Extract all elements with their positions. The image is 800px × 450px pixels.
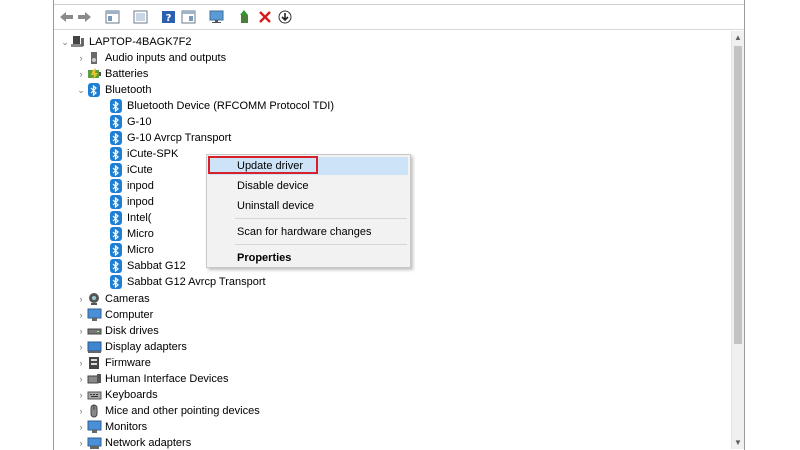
uninstall-device-menu-item[interactable]: Uninstall device xyxy=(209,197,408,215)
uninstall-x-icon[interactable] xyxy=(256,9,273,25)
tree-category-cameras[interactable]: › Cameras xyxy=(76,291,150,307)
bluetooth-device-row[interactable]: Sabbat G12 Avrcp Transport xyxy=(108,274,266,290)
svg-text:?: ? xyxy=(166,13,172,24)
bluetooth-device-row[interactable]: Intel( xyxy=(108,210,151,226)
computer-icon xyxy=(70,34,86,50)
bluetooth-icon xyxy=(108,242,124,258)
tree-root-row[interactable]: ⌄ LAPTOP-4BAGK7F2 xyxy=(60,34,192,50)
menu-separator xyxy=(235,244,407,245)
expand-chevron-icon[interactable]: › xyxy=(76,387,86,403)
expand-chevron-icon[interactable]: › xyxy=(76,419,86,435)
firmware-icon xyxy=(86,355,102,371)
bluetooth-icon xyxy=(108,226,124,242)
tree-category-batteries[interactable]: › Batteries xyxy=(76,66,148,82)
tree-category-keyboards[interactable]: › Keyboards xyxy=(76,387,158,403)
expand-chevron-icon[interactable]: › xyxy=(76,291,86,307)
bluetooth-device-row[interactable]: inpod xyxy=(108,178,154,194)
bluetooth-icon xyxy=(108,130,124,146)
hid-icon xyxy=(86,371,102,387)
tree-category-disk-drives[interactable]: › Disk drives xyxy=(76,323,159,339)
show-hide-console-tree-icon[interactable] xyxy=(104,9,121,25)
scroll-up-arrow-icon[interactable]: ▲ xyxy=(732,31,744,44)
bluetooth-icon xyxy=(108,98,124,114)
bluetooth-device-row[interactable]: inpod xyxy=(108,194,154,210)
enable-device-down-arrow-icon[interactable] xyxy=(276,9,293,25)
menu-separator xyxy=(235,218,407,219)
root-computer-name: LAPTOP-4BAGK7F2 xyxy=(89,36,192,48)
bluetooth-icon xyxy=(108,274,124,290)
tree-category-computer[interactable]: › Computer xyxy=(76,307,153,323)
bluetooth-icon xyxy=(108,258,124,274)
bluetooth-icon xyxy=(108,210,124,226)
expand-chevron-icon[interactable]: › xyxy=(76,403,86,419)
battery-icon xyxy=(86,66,102,82)
tree-category-monitors[interactable]: › Monitors xyxy=(76,419,147,435)
expand-chevron-icon[interactable]: › xyxy=(76,339,86,355)
tree-category-mice[interactable]: › Mice and other pointing devices xyxy=(76,403,260,419)
network-adapter-icon xyxy=(86,435,102,449)
expand-chevron-icon[interactable]: › xyxy=(76,323,86,339)
help-icon[interactable]: ? xyxy=(160,9,177,25)
scan-monitor-icon[interactable] xyxy=(208,9,225,25)
expand-chevron-icon[interactable]: › xyxy=(76,435,86,449)
scan-hardware-menu-item[interactable]: Scan for hardware changes xyxy=(209,223,408,241)
device-manager-window: ? ⌄ LAPTOP-4BAGK7F2 › Audio inputs and o… xyxy=(53,0,745,450)
bluetooth-device-row[interactable]: Bluetooth Device (RFCOMM Protocol TDI) xyxy=(108,98,334,114)
bluetooth-icon xyxy=(108,162,124,178)
properties-menu-item[interactable]: Properties xyxy=(209,249,408,267)
disk-drive-icon xyxy=(86,323,102,339)
bluetooth-device-row[interactable]: Micro xyxy=(108,242,154,258)
bluetooth-device-row[interactable]: Micro xyxy=(108,226,154,242)
properties-view-icon[interactable] xyxy=(132,9,149,25)
tree-category-bluetooth[interactable]: ⌄ Bluetooth xyxy=(76,82,151,98)
keyboard-icon xyxy=(86,387,102,403)
expand-chevron-icon[interactable]: › xyxy=(76,50,86,66)
camera-icon xyxy=(86,291,102,307)
collapse-chevron-icon[interactable]: ⌄ xyxy=(60,34,70,50)
bluetooth-device-row[interactable]: G-10 xyxy=(108,114,151,130)
disable-device-menu-item[interactable]: Disable device xyxy=(209,177,408,195)
speaker-icon xyxy=(86,50,102,66)
vertical-scrollbar[interactable]: ▲ ▼ xyxy=(731,31,744,449)
bluetooth-icon xyxy=(108,114,124,130)
tree-category-audio[interactable]: › Audio inputs and outputs xyxy=(76,50,226,66)
mouse-icon xyxy=(86,403,102,419)
toolbar: ? xyxy=(54,5,744,30)
monitor-icon xyxy=(86,419,102,435)
expand-chevron-icon[interactable]: › xyxy=(76,66,86,82)
scrollbar-thumb[interactable] xyxy=(734,46,742,344)
expand-chevron-icon[interactable]: › xyxy=(76,355,86,371)
update-driver-menu-item[interactable]: Update driver xyxy=(208,156,408,175)
display-adapter-icon xyxy=(86,339,102,355)
bluetooth-icon xyxy=(86,82,102,98)
highlight-box xyxy=(208,156,318,174)
computer-icon xyxy=(86,307,102,323)
forward-arrow-icon[interactable] xyxy=(76,9,93,25)
bluetooth-icon xyxy=(108,146,124,162)
collapse-chevron-icon[interactable]: ⌄ xyxy=(76,82,86,98)
expand-chevron-icon[interactable]: › xyxy=(76,307,86,323)
bluetooth-device-row[interactable]: iCute xyxy=(108,162,153,178)
bluetooth-device-row[interactable]: G-10 Avrcp Transport xyxy=(108,130,231,146)
scroll-down-arrow-icon[interactable]: ▼ xyxy=(732,436,744,449)
bluetooth-device-row[interactable]: Sabbat G12 xyxy=(108,258,186,274)
context-menu: Update driver Disable device Uninstall d… xyxy=(206,154,411,268)
tree-category-hid[interactable]: › Human Interface Devices xyxy=(76,371,229,387)
expand-chevron-icon[interactable]: › xyxy=(76,371,86,387)
back-arrow-icon[interactable] xyxy=(58,9,75,25)
bluetooth-icon xyxy=(108,194,124,210)
action-pane-icon[interactable] xyxy=(180,9,197,25)
update-driver-toolbar-icon[interactable] xyxy=(236,9,253,25)
tree-category-network-adapters[interactable]: › Network adapters xyxy=(76,435,191,449)
bluetooth-device-row-selected[interactable]: iCute-SPK xyxy=(108,146,178,162)
tree-category-firmware[interactable]: › Firmware xyxy=(76,355,151,371)
bluetooth-icon xyxy=(108,178,124,194)
tree-category-display-adapters[interactable]: › Display adapters xyxy=(76,339,187,355)
